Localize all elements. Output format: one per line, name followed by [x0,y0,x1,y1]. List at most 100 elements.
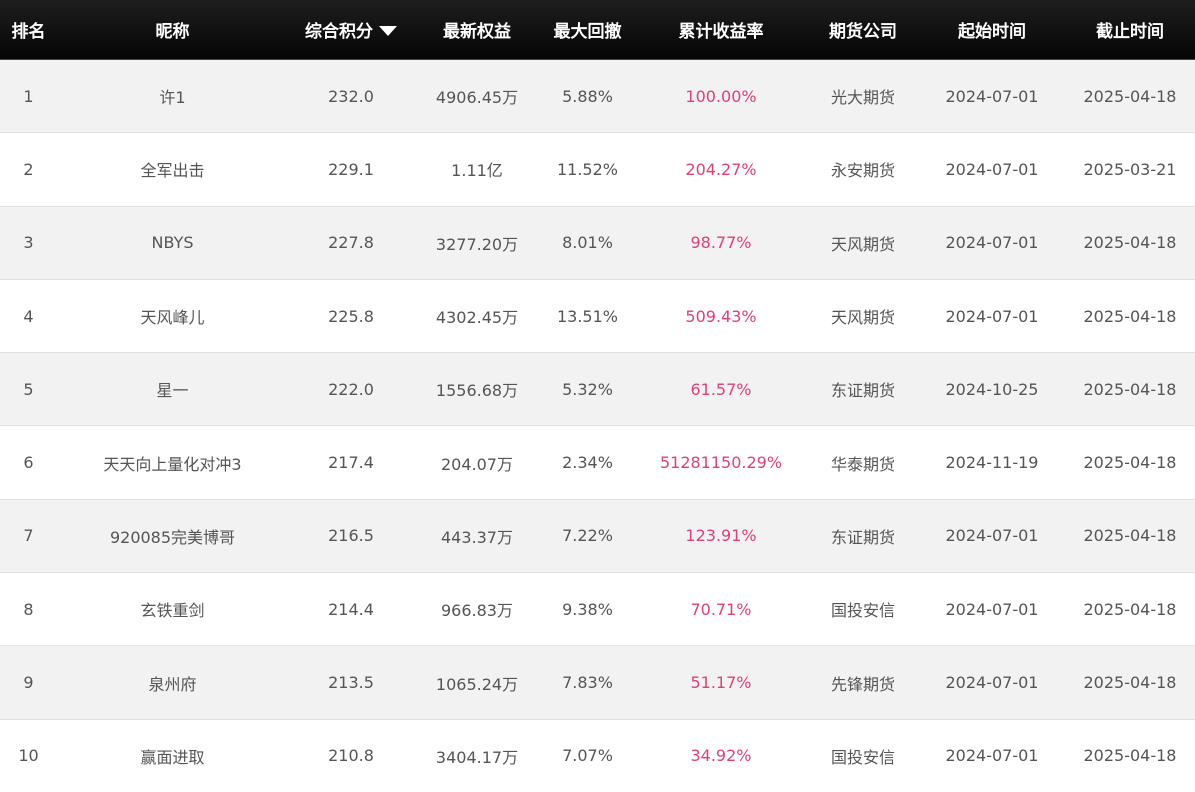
rank-cell: 1 [23,86,34,106]
table-row[interactable]: 1 许1 232.0 4906.45万 5.88% 100.00% 光大期货 2024-07-… [0,60,1195,134]
rank-cell: 6 [23,453,34,473]
header-nickname[interactable]: 昵称 [57,0,288,59]
ranking-table: 排名 昵称 综合积分 最新权益 最大回撤 累计收益率 期货公司 起始时间 截止时… [0,0,1195,792]
nickname-cell: NBYS [151,233,194,253]
score-cell: 217.4 [328,453,374,473]
equity-cell: 3277.20万 [435,234,519,254]
header-score[interactable]: 综合积分 [288,0,414,59]
table-row[interactable]: 8 玄铁重剑 214.4 966.83万 9.38% 70.71% 国投安信 2024-07-… [0,573,1195,647]
caret-down-icon[interactable] [379,25,397,36]
end-date-cell: 2025-04-18 [1083,86,1177,106]
company-cell: 光大期货 [830,88,895,108]
equity-cell: 443.37万 [441,527,513,547]
company-cell: 先锋期货 [830,674,895,694]
end-date-cell: 2025-04-18 [1083,673,1177,693]
nickname-cell: 920085完美博哥 [109,527,236,547]
start-date-cell: 2024-07-01 [945,233,1039,253]
header-end[interactable]: 截止时间 [1065,0,1195,59]
start-date-cell: 2024-07-01 [945,526,1039,546]
start-date-cell: 2024-07-01 [945,159,1039,179]
rank-cell: 7 [23,526,34,546]
company-cell: 东证期货 [830,527,895,547]
score-cell: 214.4 [328,599,374,619]
header-start[interactable]: 起始时间 [919,0,1065,59]
score-cell: 222.0 [328,379,374,399]
nickname-cell: 泉州府 [148,674,197,694]
score-cell: 213.5 [328,673,374,693]
company-cell: 国投安信 [830,601,895,621]
return-cell: 61.57% [690,379,752,399]
drawdown-cell: 7.83% [562,673,613,693]
table-row[interactable]: 9 泉州府 213.5 1065.24万 7.83% 51.17% 先锋期货 2024-07-… [0,646,1195,720]
end-date-cell: 2025-04-18 [1083,453,1177,473]
table-row[interactable]: 3 NBYS 227.8 3277.20万 8.01% 98.77% 天风期货 2024-07… [0,206,1195,280]
rank-cell: 9 [23,673,34,693]
header-drawdown[interactable]: 最大回撤 [540,0,635,59]
drawdown-cell: 9.38% [562,599,613,619]
table-row[interactable]: 6 天天向上量化对冲3 217.4 204.07万 2.34% 51281150.29% 华… [0,426,1195,500]
end-date-cell: 2025-04-18 [1083,746,1177,766]
score-cell: 216.5 [328,526,374,546]
start-date-cell: 2024-10-25 [945,379,1039,399]
company-cell: 国投安信 [830,747,895,767]
start-date-cell: 2024-07-01 [945,746,1039,766]
rank-cell: 8 [23,599,34,619]
nickname-cell: 天天向上量化对冲3 [103,454,242,474]
rank-cell: 10 [18,746,39,766]
rank-cell: 4 [23,306,34,326]
end-date-cell: 2025-04-18 [1083,306,1177,326]
equity-cell: 1556.68万 [435,381,519,401]
start-date-cell: 2024-07-01 [945,599,1039,619]
score-cell: 232.0 [328,86,374,106]
drawdown-cell: 5.88% [562,86,613,106]
table-row[interactable]: 2 全军出击 229.1 1.11亿 11.52% 204.27% 永安期货 2024-07-… [0,133,1195,207]
end-date-cell: 2025-04-18 [1083,233,1177,253]
company-cell: 华泰期货 [830,454,895,474]
start-date-cell: 2024-07-01 [945,306,1039,326]
drawdown-cell: 8.01% [562,233,613,253]
rank-cell: 2 [23,159,34,179]
score-cell: 210.8 [328,746,374,766]
table-row[interactable]: 7 920085完美博哥 216.5 443.37万 7.22% 123.91% 东证期货 2… [0,499,1195,574]
equity-cell: 4906.45万 [435,88,519,108]
nickname-cell: 星一 [156,381,189,401]
return-cell: 51.17% [690,673,752,693]
equity-cell: 1065.24万 [435,674,519,694]
end-date-cell: 2025-04-18 [1083,599,1177,619]
return-cell: 509.43% [685,306,757,326]
equity-cell: 204.07万 [441,454,513,474]
return-cell: 51281150.29% [659,453,783,473]
company-cell: 天风期货 [830,234,895,254]
company-cell: 永安期货 [830,161,895,181]
equity-cell: 966.83万 [441,601,513,621]
score-cell: 227.8 [328,233,374,253]
start-date-cell: 2024-07-01 [945,86,1039,106]
rank-cell: 5 [23,379,34,399]
nickname-cell: 赢面进取 [140,747,205,767]
return-cell: 100.00% [685,86,757,106]
header-rank[interactable]: 排名 [0,0,57,59]
drawdown-cell: 7.22% [562,526,613,546]
table-row[interactable]: 5 星一 222.0 1556.68万 5.32% 61.57% 东证期货 2024-10-2… [0,353,1195,427]
table-row[interactable]: 10 赢面进取 210.8 3404.17万 7.07% 34.92% 国投安信 2024-0… [0,719,1195,792]
drawdown-cell: 5.32% [562,379,613,399]
header-company[interactable]: 期货公司 [807,0,919,59]
end-date-cell: 2025-04-18 [1083,379,1177,399]
table-header: 排名 昵称 综合积分 最新权益 最大回撤 累计收益率 期货公司 起始时间 截止时… [0,0,1195,60]
header-return[interactable]: 累计收益率 [635,0,807,59]
start-date-cell: 2024-07-01 [945,673,1039,693]
nickname-cell: 玄铁重剑 [140,601,205,621]
equity-cell: 3404.17万 [435,747,519,767]
header-equity[interactable]: 最新权益 [414,0,540,59]
company-cell: 东证期货 [830,381,895,401]
end-date-cell: 2025-03-21 [1083,159,1177,179]
equity-cell: 1.11亿 [451,161,503,181]
return-cell: 123.91% [685,526,757,546]
header-score-label: 综合积分 [305,22,373,42]
nickname-cell: 天风峰儿 [140,308,205,328]
table-row[interactable]: 4 天风峰儿 225.8 4302.45万 13.51% 509.43% 天风期货 2024-… [0,279,1195,354]
return-cell: 98.77% [690,233,752,253]
drawdown-cell: 7.07% [562,746,613,766]
table-body: 1 许1 232.0 4906.45万 5.88% 100.00% 光大期货 2024-07-… [0,60,1195,792]
return-cell: 70.71% [690,599,752,619]
